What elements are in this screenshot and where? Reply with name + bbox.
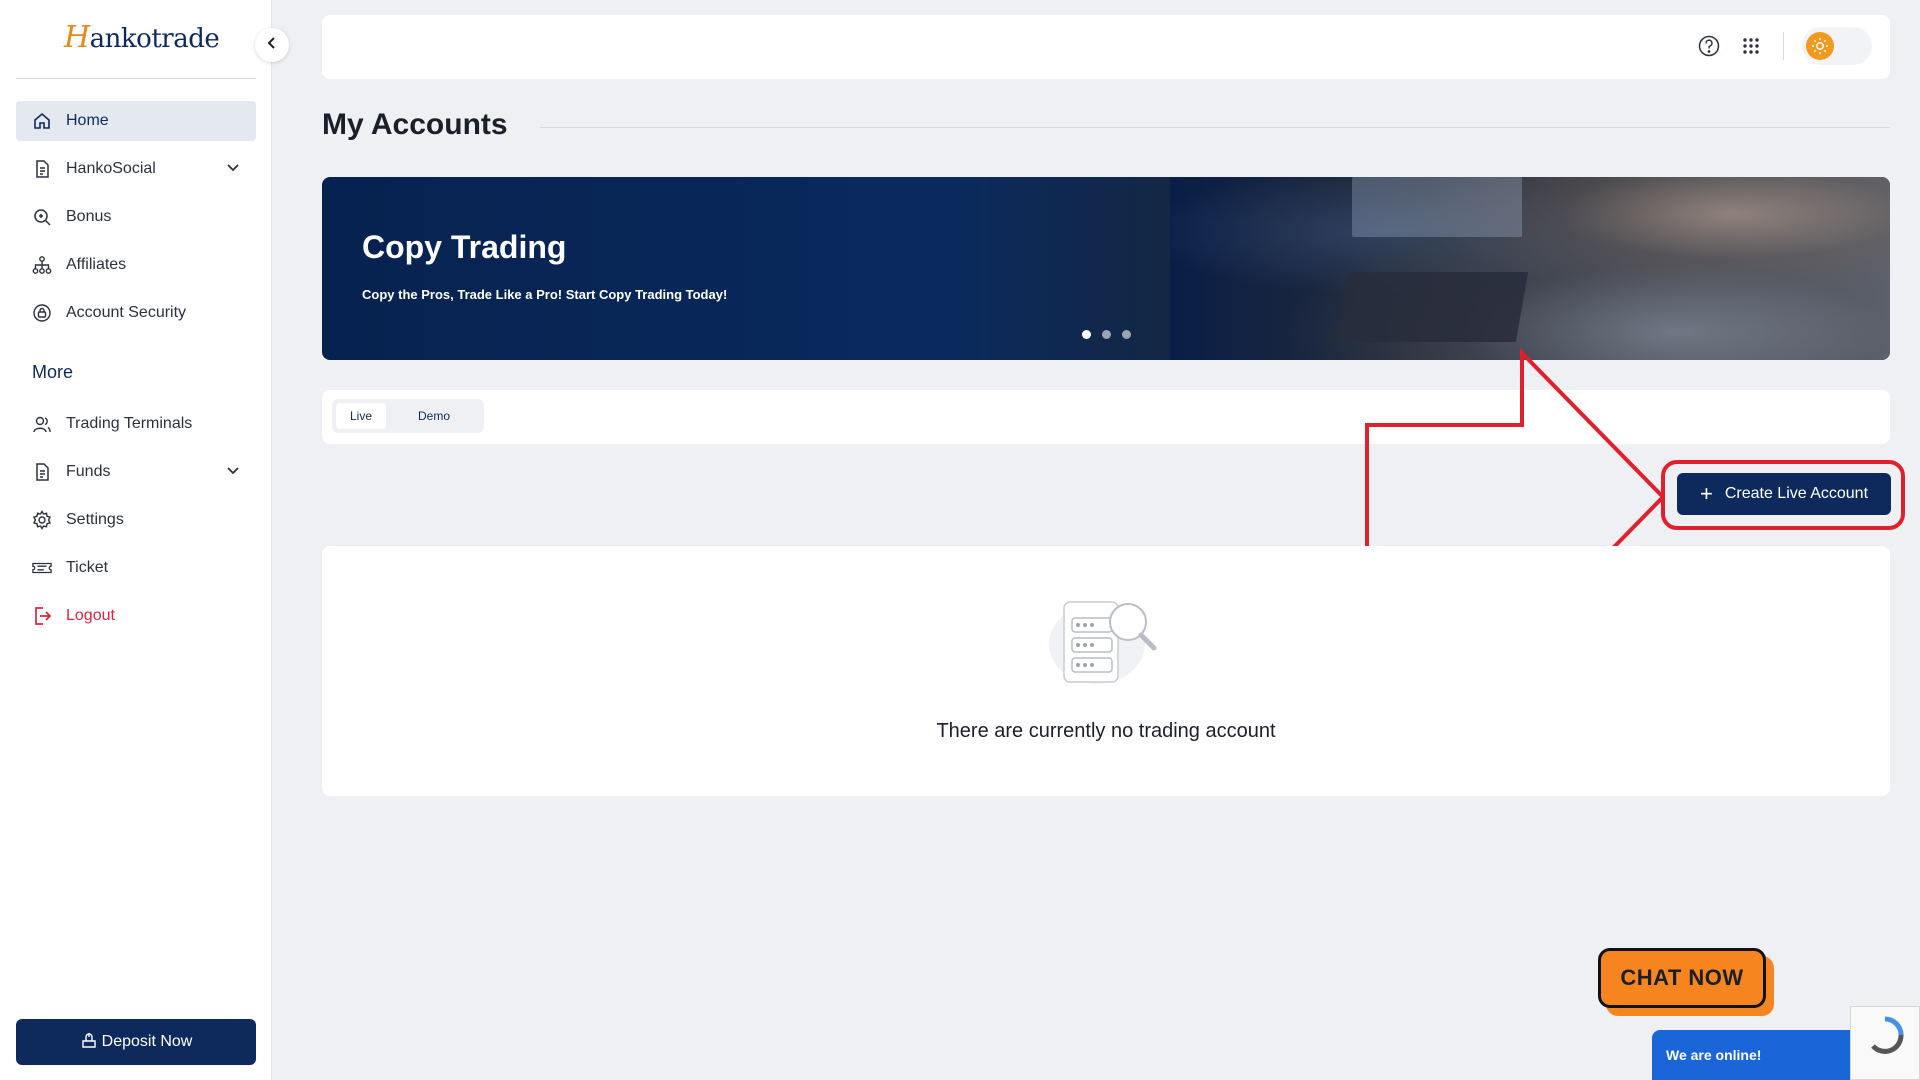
empty-accounts-illustration <box>1042 592 1172 697</box>
sidebar-item-trading-terminals[interactable]: Trading Terminals <box>16 404 256 444</box>
sidebar-item-label: Affiliates <box>66 256 127 273</box>
divider <box>1783 32 1784 60</box>
sidebar-section-more: More <box>32 362 74 382</box>
sidebar-item-label: Trading Terminals <box>66 415 193 432</box>
deposit-now-button[interactable]: Deposit Now <box>16 1019 256 1065</box>
sidebar-item-hankosocial[interactable]: HankoSocial <box>16 149 256 189</box>
sidebar-divider <box>16 78 256 79</box>
deposit-label: Deposit Now <box>101 1033 193 1050</box>
sidebar-item-label: Logout <box>66 607 115 624</box>
tab-demo[interactable]: Demo <box>404 403 464 429</box>
logo[interactable]: Hankotrade <box>64 20 220 55</box>
chevron-down-icon <box>226 161 240 180</box>
sidebar-item-bonus[interactable]: Bonus <box>16 197 256 237</box>
sidebar-item-settings[interactable]: Settings <box>16 500 256 540</box>
help-icon[interactable] <box>1695 32 1723 60</box>
sidebar-item-label: Settings <box>66 511 124 528</box>
sidebar-item-label: Bonus <box>66 208 112 225</box>
create-live-account-label: Create Live Account <box>1724 485 1869 502</box>
title-divider <box>540 127 1890 128</box>
plus-icon: + <box>1699 481 1713 506</box>
sidebar-item-label: Account Security <box>66 304 187 321</box>
carousel-dot[interactable] <box>1102 330 1111 339</box>
chevron-left-icon <box>265 36 279 55</box>
ticket-icon <box>32 558 52 578</box>
top-bar-actions <box>1681 27 1872 65</box>
sidebar-nav: Home HankoSocial Bonus Affiliates Accoun… <box>16 101 256 341</box>
top-bar <box>322 15 1890 79</box>
empty-state-message: There are currently no trading account <box>936 720 1276 742</box>
sidebar: Hankotrade Home HankoSocial Bonus Affili… <box>0 0 272 1080</box>
carousel-dots <box>1082 330 1142 339</box>
banner-monitor-graphic <box>1352 177 1522 237</box>
chat-status-text: We are online! <box>1666 1047 1762 1063</box>
wallet-icon <box>32 462 52 482</box>
create-live-account-button[interactable]: + Create Live Account <box>1677 473 1891 515</box>
users-icon <box>32 414 52 434</box>
banner-photo <box>1170 177 1890 360</box>
sidebar-item-label: HankoSocial <box>66 160 156 177</box>
sidebar-item-home[interactable]: Home <box>16 101 256 141</box>
collapse-sidebar-button[interactable] <box>255 28 289 62</box>
sidebar-more-nav: Trading Terminals Funds Settings Ticket <box>16 404 256 644</box>
banner-title: Copy Trading <box>362 229 567 265</box>
sidebar-item-logout[interactable]: Logout <box>16 596 256 636</box>
sun-icon <box>1806 32 1834 60</box>
apps-grid-icon[interactable] <box>1737 32 1765 60</box>
banner-laptop-graphic <box>1335 272 1529 342</box>
deposit-icon <box>80 1031 102 1054</box>
sidebar-item-ticket[interactable]: Ticket <box>16 548 256 588</box>
network-icon <box>32 255 52 275</box>
sidebar-item-label: Home <box>66 112 109 129</box>
sidebar-item-funds[interactable]: Funds <box>16 452 256 492</box>
home-icon <box>32 111 52 131</box>
recaptcha-badge <box>1850 1006 1920 1080</box>
shield-icon <box>32 303 52 323</box>
sidebar-item-label: Ticket <box>66 559 109 576</box>
accounts-empty-state: There are currently no trading account <box>322 546 1890 796</box>
carousel-dot[interactable] <box>1082 330 1091 339</box>
sidebar-item-account-security[interactable]: Account Security <box>16 293 256 333</box>
logout-icon <box>32 606 52 626</box>
chevron-down-icon <box>226 464 240 483</box>
sidebar-item-label: Funds <box>66 463 111 480</box>
promo-banner[interactable]: Copy Trading Copy the Pros, Trade Like a… <box>322 177 1890 360</box>
sidebar-item-affiliates[interactable]: Affiliates <box>16 245 256 285</box>
recaptcha-icon <box>1871 1016 1904 1054</box>
gear-icon <box>32 510 52 530</box>
document-icon <box>32 159 52 179</box>
tab-live[interactable]: Live <box>336 403 387 429</box>
account-type-tabs: Live Demo <box>332 399 484 433</box>
chat-now-label: CHAT NOW <box>1598 948 1766 1008</box>
carousel-dot[interactable] <box>1122 330 1131 339</box>
banner-subtitle: Copy the Pros, Trade Like a Pro! Start C… <box>362 287 728 302</box>
chat-now-bubble[interactable]: CHAT NOW <box>1598 948 1774 1016</box>
bonus-icon <box>32 207 52 227</box>
page-title: My Accounts <box>322 108 508 141</box>
theme-toggle[interactable] <box>1802 27 1872 65</box>
